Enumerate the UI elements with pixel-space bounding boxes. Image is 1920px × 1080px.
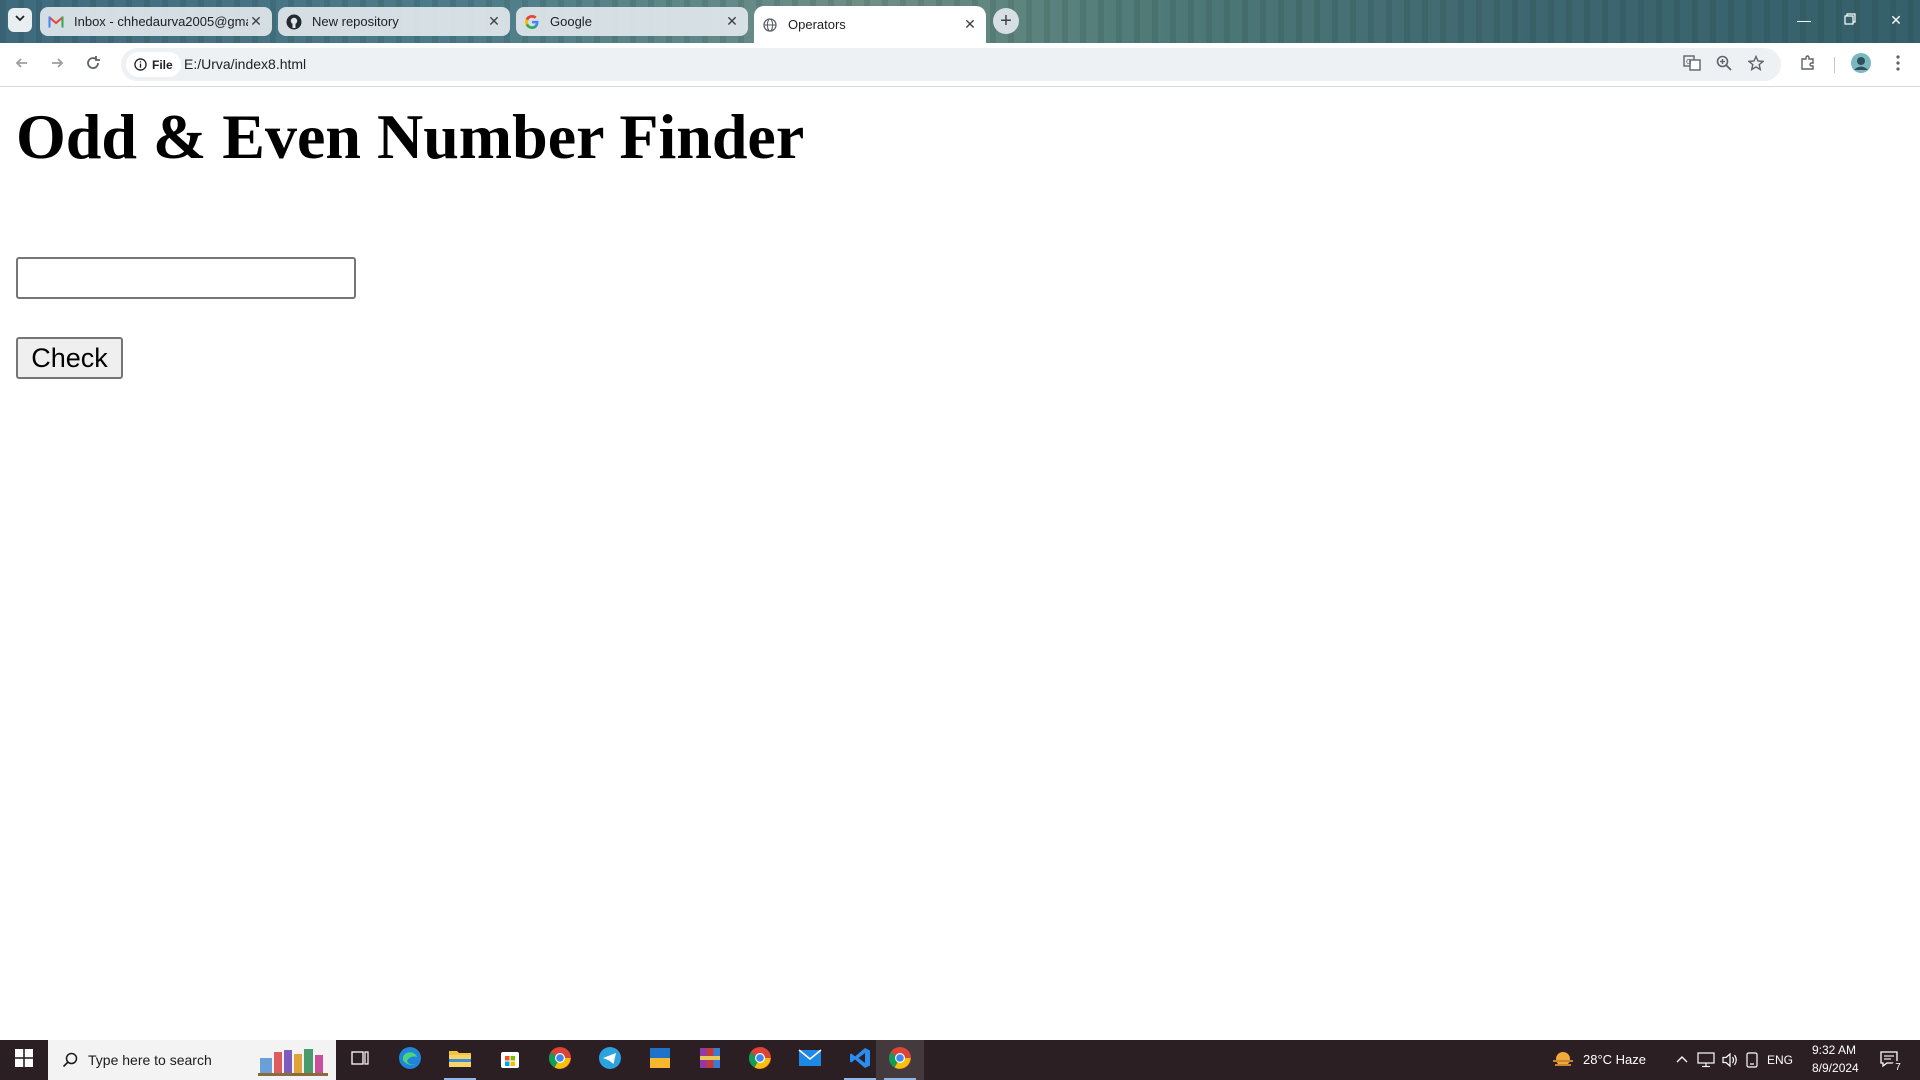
extensions-button[interactable] bbox=[1794, 51, 1822, 79]
page-title: Odd & Even Number Finder bbox=[16, 101, 805, 172]
globe-icon bbox=[762, 17, 778, 33]
taskbar-chrome-1[interactable] bbox=[536, 1040, 584, 1080]
start-button[interactable] bbox=[0, 1040, 48, 1080]
tab-search-button[interactable] bbox=[8, 8, 32, 32]
site-info-chip[interactable]: File bbox=[126, 52, 181, 77]
gmail-icon bbox=[48, 14, 64, 30]
avatar bbox=[1850, 52, 1872, 79]
volume-icon[interactable] bbox=[1721, 1052, 1739, 1068]
close-window-button[interactable]: ✕ bbox=[1873, 0, 1919, 40]
taskbar-app-blue[interactable] bbox=[636, 1040, 684, 1080]
restore-button[interactable] bbox=[1827, 0, 1873, 40]
taskbar: Type here to search 28°C Haze ENG 9:32 A… bbox=[0, 1040, 1920, 1080]
puzzle-icon bbox=[1799, 54, 1817, 77]
taskbar-chrome-active[interactable] bbox=[876, 1040, 924, 1080]
translate-button[interactable]: G bbox=[1681, 54, 1703, 76]
tab-title: Inbox - chhedaurva2005@gma bbox=[74, 14, 248, 29]
new-tab-button[interactable]: + bbox=[993, 8, 1019, 34]
tab-google[interactable]: Google ✕ bbox=[516, 7, 748, 36]
taskbar-edge[interactable] bbox=[386, 1040, 434, 1080]
vscode-icon bbox=[849, 1047, 871, 1074]
svg-text:G: G bbox=[1686, 58, 1691, 66]
weather-text[interactable]: 28°C Haze bbox=[1583, 1052, 1646, 1067]
translate-icon: G bbox=[1683, 54, 1701, 77]
task-view-icon bbox=[351, 1050, 369, 1071]
minimize-icon: — bbox=[1797, 12, 1811, 28]
chevron-down-icon bbox=[14, 11, 26, 29]
arrow-left-icon bbox=[14, 55, 30, 76]
chevron-up-icon[interactable] bbox=[1675, 1053, 1689, 1067]
notification-count-badge: 7 bbox=[1891, 1061, 1905, 1075]
device-icon[interactable] bbox=[1745, 1052, 1759, 1068]
taskbar-store[interactable] bbox=[486, 1040, 534, 1080]
page-viewport: Odd & Even Number Finder Check bbox=[0, 87, 1920, 1039]
google-icon bbox=[524, 14, 540, 30]
edge-icon bbox=[398, 1046, 422, 1075]
close-icon[interactable]: ✕ bbox=[486, 13, 502, 30]
close-icon: ✕ bbox=[1890, 11, 1902, 28]
reload-icon bbox=[85, 55, 101, 76]
tab-title: Operators bbox=[788, 17, 846, 32]
menu-button[interactable] bbox=[1884, 51, 1912, 79]
toolbar-divider bbox=[1834, 57, 1835, 73]
chrome-icon bbox=[888, 1046, 912, 1075]
clock-time[interactable]: 9:32 AM bbox=[1812, 1043, 1856, 1057]
tab-title: New repository bbox=[312, 14, 399, 29]
tab-title: Google bbox=[550, 14, 592, 29]
tab-new-repository[interactable]: New repository ✕ bbox=[278, 7, 510, 36]
telegram-icon bbox=[598, 1046, 622, 1075]
store-icon bbox=[499, 1047, 521, 1074]
close-icon[interactable]: ✕ bbox=[724, 13, 740, 30]
url-text[interactable]: E:/Urva/index8.html bbox=[184, 48, 306, 81]
windows-icon bbox=[15, 1048, 33, 1072]
taskbar-file-explorer[interactable] bbox=[436, 1040, 484, 1080]
chrome-icon bbox=[748, 1046, 772, 1075]
plus-icon: + bbox=[1000, 9, 1012, 32]
zoom-icon bbox=[1716, 55, 1732, 76]
mail-icon bbox=[798, 1048, 822, 1072]
number-input[interactable] bbox=[16, 257, 356, 299]
taskbar-mail[interactable] bbox=[786, 1040, 834, 1080]
archive-icon bbox=[699, 1047, 721, 1074]
arrow-right-icon bbox=[49, 55, 65, 76]
taskbar-telegram[interactable] bbox=[586, 1040, 634, 1080]
taskbar-winrar[interactable] bbox=[686, 1040, 734, 1080]
app-icon bbox=[649, 1047, 671, 1074]
bookmark-button[interactable] bbox=[1745, 54, 1767, 76]
tab-operators[interactable]: Operators ✕ bbox=[754, 6, 986, 43]
taskbar-search-box[interactable]: Type here to search bbox=[48, 1040, 336, 1080]
close-icon[interactable]: ✕ bbox=[248, 13, 264, 30]
weather-icon bbox=[1551, 1050, 1575, 1070]
taskbar-chrome-2[interactable] bbox=[736, 1040, 784, 1080]
network-icon[interactable] bbox=[1697, 1052, 1715, 1068]
close-icon[interactable]: ✕ bbox=[962, 16, 978, 33]
search-icon bbox=[62, 1052, 78, 1068]
task-view-button[interactable] bbox=[336, 1040, 384, 1080]
reload-button[interactable] bbox=[79, 51, 107, 79]
star-icon bbox=[1747, 54, 1765, 76]
site-info-label: File bbox=[152, 57, 173, 72]
browser-toolbar: File E:/Urva/index8.html G bbox=[0, 43, 1920, 87]
forward-button[interactable] bbox=[43, 51, 71, 79]
back-button[interactable] bbox=[8, 51, 36, 79]
search-highlight-icon bbox=[258, 1046, 330, 1076]
clock-date[interactable]: 8/9/2024 bbox=[1812, 1061, 1859, 1075]
profile-button[interactable] bbox=[1847, 51, 1875, 79]
folder-icon bbox=[448, 1048, 472, 1073]
check-button[interactable]: Check bbox=[16, 337, 123, 379]
language-indicator[interactable]: ENG bbox=[1767, 1053, 1793, 1067]
more-vert-icon bbox=[1896, 54, 1900, 76]
tab-inbox[interactable]: Inbox - chhedaurva2005@gma ✕ bbox=[40, 7, 272, 36]
github-icon bbox=[286, 14, 302, 30]
chrome-icon bbox=[548, 1046, 572, 1075]
info-icon bbox=[134, 58, 147, 71]
address-bar[interactable]: File E:/Urva/index8.html G bbox=[121, 48, 1781, 81]
search-placeholder: Type here to search bbox=[88, 1052, 212, 1068]
minimize-button[interactable]: — bbox=[1781, 0, 1827, 40]
zoom-button[interactable] bbox=[1713, 54, 1735, 76]
restore-icon bbox=[1844, 12, 1856, 28]
